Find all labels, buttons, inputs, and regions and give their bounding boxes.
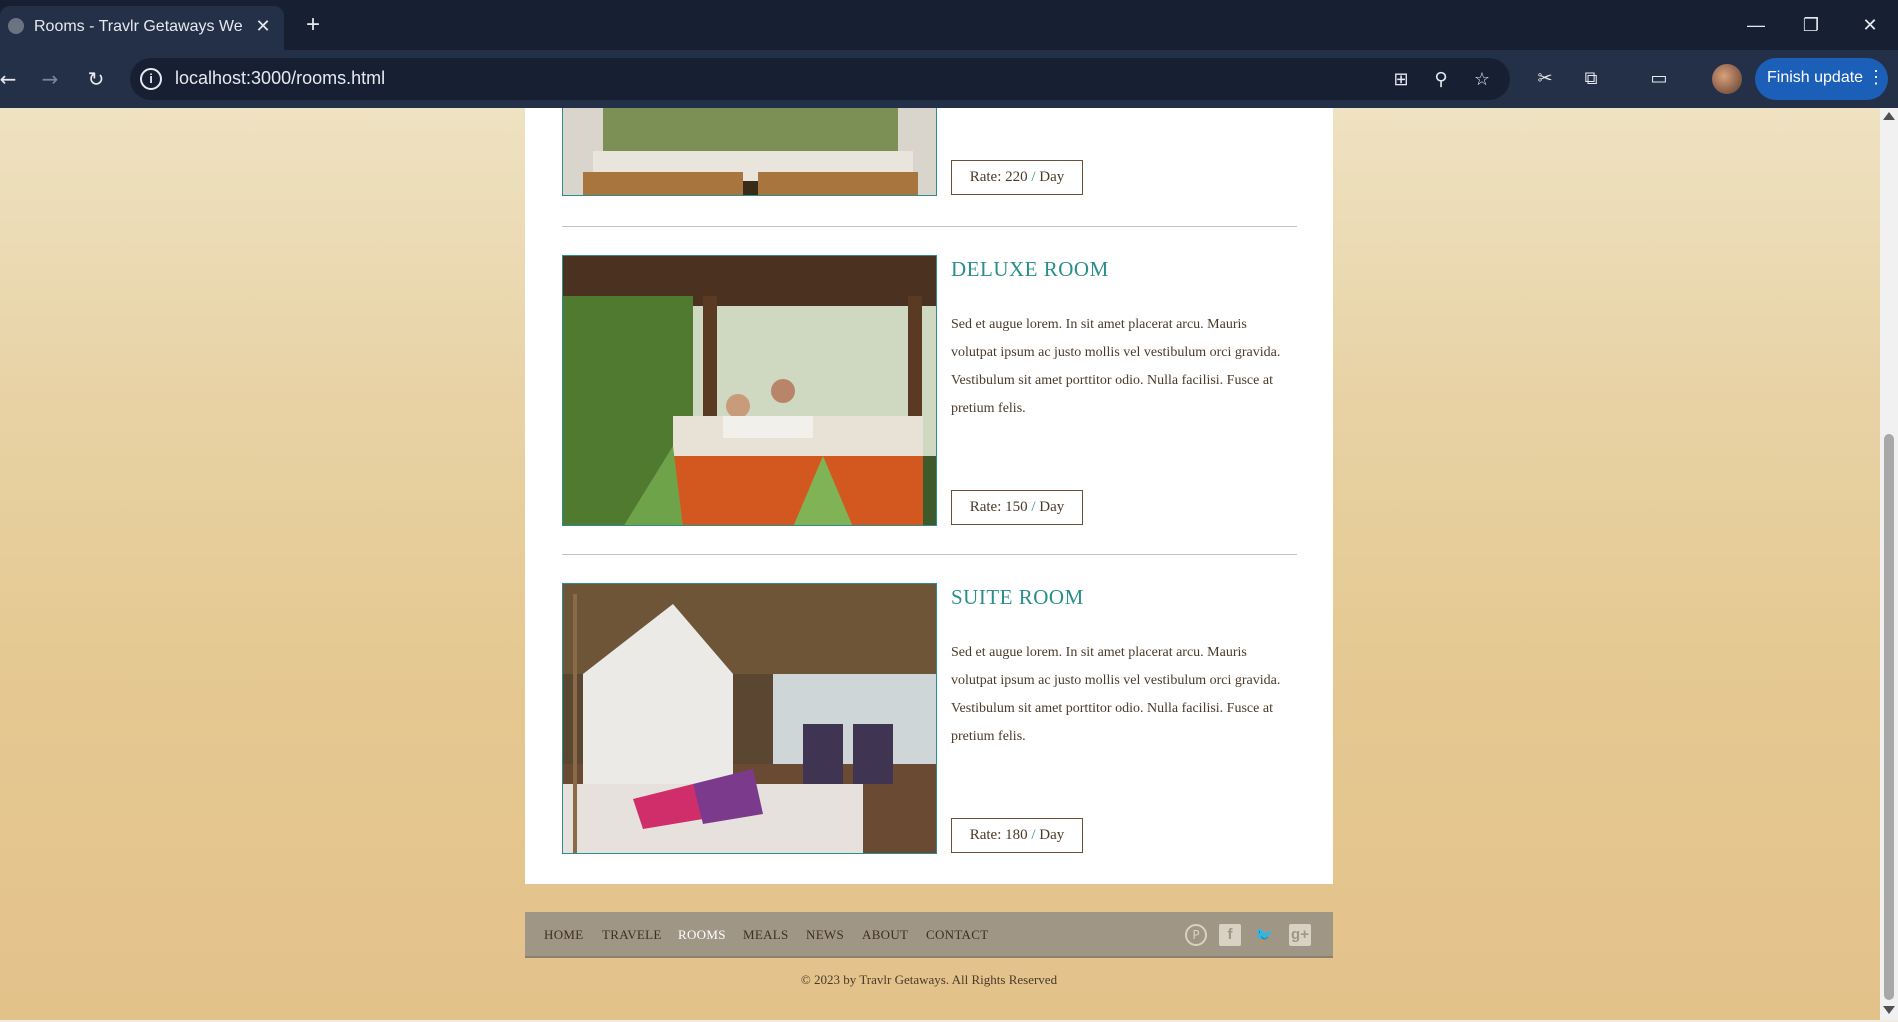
deluxe-room-photo — [562, 255, 937, 526]
tab-title: Rooms - Travlr Getaways Websi — [34, 18, 242, 35]
puzzle-icon[interactable]: ⧉ — [1578, 66, 1604, 92]
room-divider — [562, 226, 1297, 227]
new-tab-button[interactable]: + — [300, 12, 326, 38]
room-description: Sed et augue lorem. In sit amet placerat… — [951, 645, 1281, 744]
forward-icon[interactable]: → — [36, 65, 64, 93]
scroll-down-icon[interactable] — [1883, 1006, 1895, 1014]
profile-avatar[interactable] — [1712, 64, 1742, 94]
room-description: Sed et augue lorem. In sit amet placerat… — [951, 317, 1281, 416]
url-text[interactable]: localhost:3000/rooms.html — [175, 68, 385, 89]
room-divider — [562, 554, 1297, 555]
site-info-icon[interactable]: i — [140, 68, 162, 90]
room-photo — [562, 108, 937, 196]
translate-icon[interactable]: ⊞ — [1390, 69, 1412, 91]
scrollbar-thumb[interactable] — [1884, 434, 1894, 1000]
browser-toolbar: ← → ↻ i localhost:3000/rooms.html ⊞ ⚲ ☆ … — [0, 50, 1898, 108]
rooms-content: Rate: 220 / Day DELUXE ROOM Sed et augue… — [525, 108, 1333, 884]
browser-tab-bar: Rooms - Travlr Getaways Websi ✕ + — ❐ ✕ — [0, 0, 1898, 50]
room-name: SUITE ROOM — [951, 585, 1084, 609]
footer-link-about[interactable]: ABOUT — [862, 927, 908, 943]
footer-link-travele[interactable]: TRAVELE — [602, 927, 662, 943]
favicon-icon — [8, 18, 24, 34]
facebook-icon[interactable]: f — [1219, 924, 1241, 946]
copyright-text: © 2023 by Travlr Getaways. All Rights Re… — [800, 972, 1058, 987]
scroll-up-icon[interactable] — [1883, 112, 1895, 120]
footer-link-news[interactable]: NEWS — [806, 927, 844, 943]
rate-badge: Rate: 220 / Day — [951, 160, 1083, 195]
page-scrollbar[interactable] — [1880, 108, 1898, 1020]
minimize-icon[interactable]: — — [1741, 12, 1771, 38]
zoom-icon[interactable]: ⚲ — [1430, 69, 1452, 91]
footer-link-rooms[interactable]: ROOMS — [678, 927, 726, 943]
rate-badge: Rate: 180 / Day — [951, 818, 1083, 853]
suite-room-photo — [562, 583, 937, 854]
bookmark-star-icon[interactable]: ☆ — [1471, 69, 1493, 91]
extension-icon[interactable]: ✂ — [1532, 66, 1558, 92]
menu-dots-icon[interactable]: ⋮ — [1867, 67, 1885, 88]
pinterest-icon[interactable]: P — [1185, 924, 1207, 946]
close-tab-icon[interactable]: ✕ — [252, 15, 274, 37]
reload-icon[interactable]: ↻ — [82, 65, 110, 93]
google-plus-icon[interactable]: g+ — [1289, 924, 1311, 946]
address-bar[interactable]: i localhost:3000/rooms.html ⊞ ⚲ ☆ — [130, 58, 1510, 100]
page-viewport: Rate: 220 / Day DELUXE ROOM Sed et augue… — [0, 108, 1880, 1020]
close-window-icon[interactable]: ✕ — [1855, 12, 1885, 38]
footer-nav: HOME TRAVELE ROOMS MEALS NEWS ABOUT CONT… — [525, 912, 1333, 958]
footer-link-meals[interactable]: MEALS — [743, 927, 789, 943]
restore-icon[interactable]: ❐ — [1796, 12, 1826, 38]
back-icon[interactable]: ← — [0, 65, 22, 93]
footer-link-contact[interactable]: CONTACT — [926, 927, 988, 943]
finish-update-button[interactable]: Finish update ⋮ — [1755, 58, 1888, 100]
footer-link-home[interactable]: HOME — [544, 927, 583, 943]
twitter-icon[interactable]: 🐦 — [1253, 924, 1275, 946]
cast-icon[interactable]: ▭ — [1646, 66, 1672, 92]
browser-tab[interactable]: Rooms - Travlr Getaways Websi ✕ — [0, 6, 284, 50]
room-name: DELUXE ROOM — [951, 257, 1109, 281]
rate-badge: Rate: 150 / Day — [951, 490, 1083, 525]
